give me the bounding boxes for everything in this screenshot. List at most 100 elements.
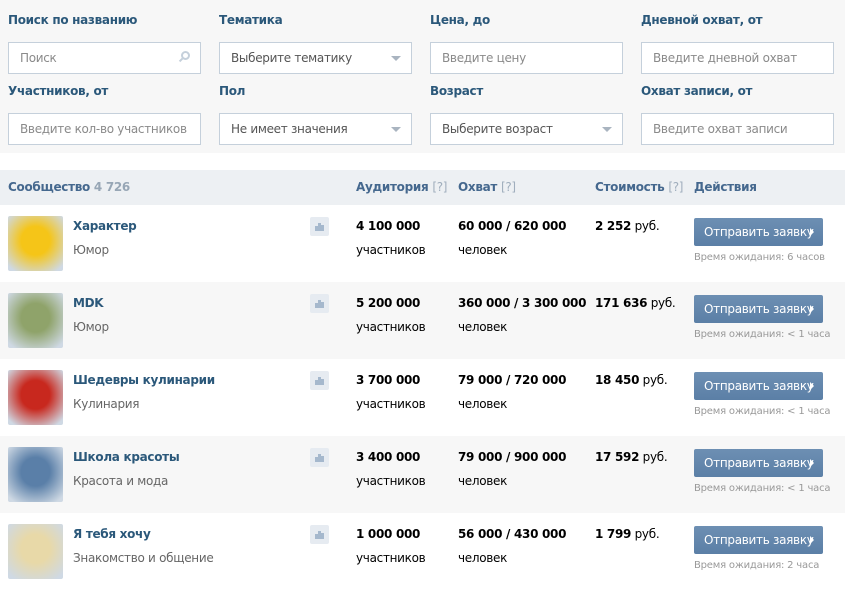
filter-input[interactable]: Поиск (8, 42, 201, 74)
community-name[interactable]: Я тебя хочу (73, 527, 151, 541)
reach-value: 56 000 / 430 000 (458, 527, 567, 541)
stats-icon[interactable] (310, 448, 329, 467)
chevron-down-icon (602, 127, 612, 132)
stats-icon[interactable] (310, 525, 329, 544)
reach-unit: человек (458, 551, 508, 565)
help-link[interactable]: [?] (668, 180, 683, 194)
send-request-button[interactable]: Отправить заявку (694, 372, 823, 400)
community-name[interactable]: Шедевры кулинарии (73, 373, 215, 387)
chevron-down-icon (391, 127, 401, 132)
wait-time: Время ожидания: 2 часа (694, 560, 820, 571)
filter-label: Охват записи, от (641, 84, 753, 98)
wait-time: Время ожидания: < 1 часа (694, 406, 831, 417)
table-row: Шедевры кулинарии Кулинария 3 700 000 уч… (0, 359, 845, 436)
reach-unit: человек (458, 320, 508, 334)
filter-0: Поиск по названию Поиск (8, 13, 201, 74)
cost-value: 171 636 (595, 296, 648, 310)
stats-icon[interactable] (310, 294, 329, 313)
audience-value: 3 700 000 (356, 373, 421, 387)
currency: руб. (634, 219, 660, 233)
filter-label: Поиск по названию (8, 13, 138, 27)
community-category: Юмор (73, 320, 109, 334)
placeholder: Выберите тематику (231, 51, 352, 65)
filter-label: Цена, до (430, 13, 490, 27)
filter-label: Участников, от (8, 84, 109, 98)
send-request-button[interactable]: Отправить заявку (694, 449, 823, 477)
header-audience-label: Аудитория (356, 180, 429, 194)
community-name[interactable]: Школа красоты (73, 450, 180, 464)
community-category: Кулинария (73, 397, 140, 411)
community-count: 4 726 (93, 180, 130, 194)
filter-7: Охват записи, от Введите охват записи (641, 84, 834, 145)
filter-input[interactable]: Введите охват записи (641, 113, 834, 145)
filter-input[interactable]: Введите цену (430, 42, 623, 74)
audience-unit: участников (356, 320, 426, 334)
community-avatar[interactable] (8, 293, 63, 348)
filter-6: Возраст Выберите возраст (430, 84, 623, 145)
filter-select[interactable]: Выберите возраст (430, 113, 623, 145)
reach-unit: человек (458, 243, 508, 257)
audience-unit: участников (356, 397, 426, 411)
filter-select[interactable]: Не имеет значения (219, 113, 412, 145)
header-audience: Аудитория [?] (356, 180, 447, 194)
header-actions: Действия (694, 180, 757, 194)
table-row: Школа красоты Красота и мода 3 400 000 у… (0, 436, 845, 513)
reach-unit: человек (458, 474, 508, 488)
currency: руб. (650, 296, 676, 310)
filter-2: Цена, до Введите цену (430, 13, 623, 74)
stats-icon[interactable] (310, 217, 329, 236)
filter-input[interactable]: Введите кол-во участников (8, 113, 201, 145)
placeholder: Введите кол-во участников (20, 122, 187, 136)
table-row: Я тебя хочу Знакомство и общение 1 000 0… (0, 513, 845, 590)
filter-label: Возраст (430, 84, 484, 98)
help-link[interactable]: [?] (432, 180, 447, 194)
send-request-button[interactable]: Отправить заявку (694, 218, 823, 246)
cost: 18 450 руб. (595, 373, 668, 387)
reach-value: 79 000 / 900 000 (458, 450, 567, 464)
header-cost: Стоимость [?] (595, 180, 683, 194)
community-category: Знакомство и общение (73, 551, 214, 565)
reach-unit: человек (458, 397, 508, 411)
filter-select[interactable]: Выберите тематику (219, 42, 412, 74)
filter-4: Участников, от Введите кол-во участников (8, 84, 201, 145)
audience-value: 4 100 000 (356, 219, 421, 233)
filter-5: Пол Не имеет значения (219, 84, 412, 145)
filter-input[interactable]: Введите дневной охват (641, 42, 834, 74)
community-name[interactable]: MDK (73, 296, 104, 310)
audience-value: 1 000 000 (356, 527, 421, 541)
send-request-button[interactable]: Отправить заявку (694, 526, 823, 554)
community-avatar[interactable] (8, 524, 63, 579)
header-cost-label: Стоимость (595, 180, 665, 194)
community-avatar[interactable] (8, 447, 63, 502)
filters-panel: Поиск по названию Поиск Тематика Выберите… (0, 0, 845, 153)
audience-unit: участников (356, 474, 426, 488)
reach-value: 60 000 / 620 000 (458, 219, 567, 233)
cost: 2 252 руб. (595, 219, 660, 233)
filter-3: Дневной охват, от Введите дневной охват (641, 13, 834, 74)
cost-value: 17 592 (595, 450, 640, 464)
currency: руб. (642, 373, 668, 387)
filter-label: Дневной охват, от (641, 13, 763, 27)
community-avatar[interactable] (8, 216, 63, 271)
placeholder: Выберите возраст (442, 122, 553, 136)
placeholder: Введите цену (442, 51, 526, 65)
audience-unit: участников (356, 551, 426, 565)
filter-1: Тематика Выберите тематику (219, 13, 412, 74)
help-link[interactable]: [?] (501, 180, 516, 194)
community-name[interactable]: Характер (73, 219, 137, 233)
audience-value: 5 200 000 (356, 296, 421, 310)
audience-value: 3 400 000 (356, 450, 421, 464)
wait-time: Время ожидания: < 1 часа (694, 329, 831, 340)
header-community-label: Сообщество (8, 180, 90, 194)
send-request-button[interactable]: Отправить заявку (694, 295, 823, 323)
community-avatar[interactable] (8, 370, 63, 425)
filter-label: Пол (219, 84, 246, 98)
cost: 171 636 руб. (595, 296, 676, 310)
stats-icon[interactable] (310, 371, 329, 390)
table-header: Сообщество 4 726 Аудитория [?] Охват [?]… (0, 170, 845, 205)
reach-value: 360 000 / 3 300 000 (458, 296, 587, 310)
header-community: Сообщество 4 726 (8, 180, 130, 194)
table-row: Характер Юмор 4 100 000 участников 60 00… (0, 205, 845, 282)
cost-value: 2 252 (595, 219, 632, 233)
placeholder: Введите дневной охват (653, 51, 797, 65)
